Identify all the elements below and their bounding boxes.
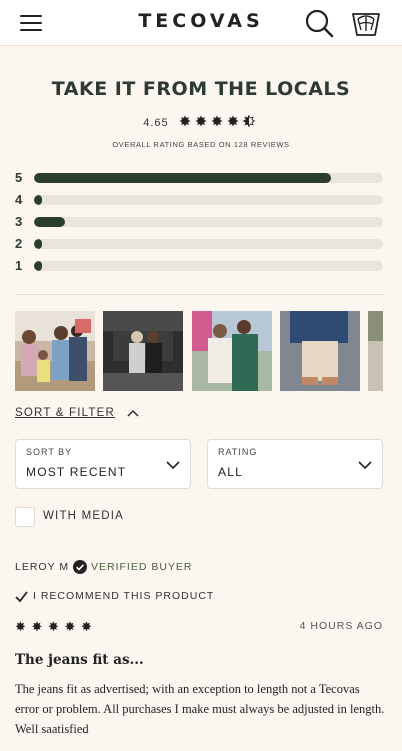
sort-by-value: MOST RECENT	[26, 465, 127, 479]
verified-check-icon	[73, 560, 87, 574]
chevron-up-icon[interactable]	[127, 408, 139, 418]
review-body: The jeans fit as advertised; with an exc…	[15, 682, 385, 736]
histogram-bar	[34, 239, 42, 249]
histogram-row-5[interactable]: 5	[15, 170, 383, 192]
sort-filter-toggle[interactable]: SORT & FILTER	[15, 407, 115, 419]
reviews-title: TAKE IT FROM THE LOCALS	[51, 78, 351, 100]
cart-icon[interactable]	[350, 8, 382, 38]
customer-photo-partial[interactable]	[368, 311, 383, 391]
with-media-checkbox[interactable]	[15, 507, 35, 527]
average-rating-stars-icon	[179, 114, 259, 129]
checkmark-icon	[15, 591, 28, 603]
review-timestamp: 4 HOURS AGO	[299, 620, 383, 632]
histogram-bar	[34, 173, 331, 183]
histogram-row-2[interactable]: 2	[15, 236, 383, 258]
rating-filter-value: ALL	[218, 465, 243, 479]
histogram-row-1[interactable]: 1	[15, 258, 383, 280]
brand-logo[interactable]: TECOVAS	[0, 10, 402, 32]
histogram-track	[34, 195, 383, 205]
customer-photo-family[interactable]	[15, 311, 95, 391]
review-title: The jeans fit as...	[15, 652, 144, 668]
histogram-label: 4	[15, 192, 24, 207]
star-full	[179, 115, 191, 127]
histogram-label: 1	[15, 258, 24, 273]
rating-filter-label: RATING	[218, 447, 258, 457]
average-rating-value: 4.65	[143, 117, 169, 129]
site-header: TECOVAS	[0, 0, 402, 46]
with-media-label[interactable]: WITH MEDIA	[43, 510, 124, 522]
customer-photo-couple[interactable]	[192, 311, 272, 391]
average-rating: 4.65	[0, 114, 402, 129]
review-stars-icon: ✸ ✸ ✸ ✸ ✸	[15, 619, 93, 634]
overall-rating-text: OVERALL RATING BASED ON 128 REVIEWS	[112, 140, 290, 149]
histogram-track	[34, 261, 383, 271]
histogram-track	[34, 239, 383, 249]
chevron-down-icon	[358, 461, 372, 470]
star-full	[211, 115, 223, 127]
histogram-row-3[interactable]: 3	[15, 214, 383, 236]
customer-photo-boots[interactable]	[280, 311, 360, 391]
verified-buyer-label: VERIFIED BUYER	[91, 561, 193, 573]
rating-dropdown[interactable]: RATING ALL	[207, 439, 383, 489]
histogram-row-4[interactable]: 4	[15, 192, 383, 214]
histogram-label: 3	[15, 214, 24, 229]
customer-photos-carousel[interactable]	[15, 311, 383, 391]
star-full	[227, 115, 239, 127]
histogram-bar	[34, 261, 42, 271]
histogram-bar	[34, 195, 42, 205]
histogram-label: 5	[15, 170, 24, 185]
histogram-track	[34, 173, 383, 183]
reviewer-name: LEROY M	[15, 561, 70, 573]
star-full	[195, 115, 207, 127]
sort-by-dropdown[interactable]: SORT BY MOST RECENT	[15, 439, 191, 489]
histogram-bar	[34, 217, 66, 227]
chevron-down-icon	[166, 461, 180, 470]
divider	[15, 294, 383, 295]
sort-by-label: SORT BY	[26, 447, 73, 457]
rating-histogram: 5 4 3 2 1	[15, 170, 383, 280]
recommend-label: I RECOMMEND THIS PRODUCT	[33, 590, 215, 602]
histogram-label: 2	[15, 236, 24, 251]
histogram-track	[34, 217, 383, 227]
customer-photo-friends[interactable]	[103, 311, 183, 391]
search-icon[interactable]	[304, 8, 334, 38]
